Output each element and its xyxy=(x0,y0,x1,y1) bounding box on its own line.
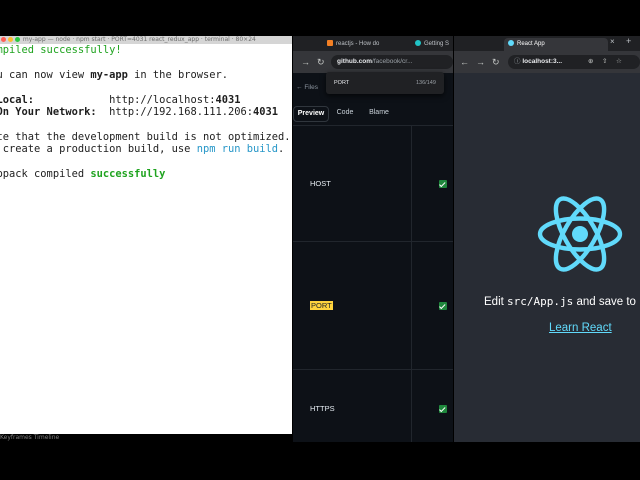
terminal-text: 4031 xyxy=(253,105,279,118)
share-icon[interactable]: ⇧ xyxy=(602,55,607,69)
docs-favicon-icon xyxy=(415,40,421,47)
variable-name: PORT xyxy=(310,301,333,310)
logo-nucleus xyxy=(572,226,588,242)
new-tab-icon[interactable]: + xyxy=(626,36,631,46)
zoom-icon[interactable]: ⊕ xyxy=(588,55,593,69)
find-in-page-bar[interactable]: PORT 136/149 xyxy=(326,72,444,94)
react-tab-strip: React App × + xyxy=(454,36,640,51)
devtools-tab-strip[interactable]: Keyframes Timeline xyxy=(0,434,292,442)
tab-preview[interactable]: Preview xyxy=(293,106,329,122)
close-window-icon[interactable] xyxy=(1,37,6,42)
tab-reactjs[interactable]: reactjs - How do xyxy=(327,38,403,51)
cell-divider xyxy=(411,242,412,370)
table-row: HOST xyxy=(293,125,453,242)
variable-name: HTTPS xyxy=(310,404,335,413)
table-row: PORT xyxy=(293,241,453,370)
terminal-text: Compiled successfully! xyxy=(0,44,122,56)
reload-icon[interactable]: ↻ xyxy=(492,55,500,69)
tab-blame[interactable]: Blame xyxy=(363,106,395,120)
react-address-bar[interactable]: ⓘ localhost:3... ⊕ ⇧ ☆ xyxy=(508,55,640,69)
tab-react-app[interactable]: React App xyxy=(504,38,608,51)
forward-icon[interactable]: → xyxy=(301,55,310,69)
github-tab-strip: reactjs - How do Getting S xyxy=(293,36,453,51)
maximize-window-icon[interactable] xyxy=(15,37,20,42)
cell-divider xyxy=(411,126,412,242)
react-logo-icon xyxy=(537,196,623,272)
terminal-line: webpack compiled successfully xyxy=(0,168,292,180)
terminal-line: Note that the development build is not o… xyxy=(0,131,292,143)
terminal-line: You can now view my-app in the browser. xyxy=(0,69,292,81)
learn-react-link[interactable]: Learn React xyxy=(549,322,612,334)
terminal-line: Local: http://localhost:4031 xyxy=(0,94,292,106)
terminal-text: . xyxy=(278,143,285,156)
terminal-line: To create a production build, use npm ru… xyxy=(0,143,292,155)
terminal-text: Local: xyxy=(0,93,35,106)
cell-divider xyxy=(411,370,412,442)
terminal-text: http://localhost: xyxy=(34,93,216,106)
terminal-line: On Your Network: http://192.168.111.206:… xyxy=(0,106,292,118)
find-query[interactable]: PORT xyxy=(334,72,349,94)
terminal-text: my-app xyxy=(90,68,128,81)
files-header[interactable]: ← Files xyxy=(296,84,318,91)
terminal-text: You can now view xyxy=(0,68,85,81)
check-icon xyxy=(439,405,447,413)
edit-instructions: Edit src/App.js and save to xyxy=(484,295,636,308)
code-path: src/App.js xyxy=(507,295,574,308)
minimize-window-icon[interactable] xyxy=(8,37,13,42)
terminal-line: Compiled successfully! xyxy=(0,44,292,56)
github-browser-window[interactable]: reactjs - How do Getting S → ↻ github.co… xyxy=(293,36,453,442)
terminal-text: npm run build xyxy=(196,143,279,156)
devtools-tabs-label: Keyframes Timeline xyxy=(0,434,60,441)
stackoverflow-icon xyxy=(327,40,333,47)
terminal-text: 4031 xyxy=(215,93,241,106)
react-app-browser-window[interactable]: React App × + ← → ↻ ⓘ localhost:3... ⊕ ⇧… xyxy=(454,36,640,442)
table-row: HTTPS xyxy=(293,369,453,442)
back-icon[interactable]: ← xyxy=(460,55,469,69)
terminal-output: Compiled successfully! You can now view m… xyxy=(0,44,292,180)
terminal-text: webpack compiled xyxy=(0,167,85,180)
check-icon xyxy=(439,180,447,188)
terminal-title: my-app — node · npm start · PORT=4031 re… xyxy=(22,36,256,43)
close-tab-icon[interactable]: × xyxy=(610,37,615,46)
terminal-text: http://192.168.111.206: xyxy=(96,105,254,118)
tab-getting-started[interactable]: Getting S xyxy=(415,38,453,51)
github-address-row: → ↻ github.com/facebook/cr... xyxy=(293,51,453,73)
terminal-text: Note that the development build is not o… xyxy=(0,130,291,143)
react-favicon-icon xyxy=(508,40,514,47)
react-address-row: ← → ↻ ⓘ localhost:3... ⊕ ⇧ ☆ xyxy=(454,51,640,73)
terminal-text: To create a production build, use xyxy=(0,143,197,156)
bookmark-star-icon[interactable]: ☆ xyxy=(616,55,622,69)
find-match-count: 136/149 xyxy=(416,80,436,86)
terminal-text: successfully xyxy=(90,167,166,180)
terminal-text: in the browser. xyxy=(127,68,228,81)
back-arrow-icon[interactable]: ← xyxy=(296,84,303,91)
terminal-window[interactable]: my-app — node · npm start · PORT=4031 re… xyxy=(0,36,292,434)
tab-code[interactable]: Code xyxy=(331,106,359,120)
variable-name: HOST xyxy=(310,179,331,188)
github-address-bar[interactable]: github.com/facebook/cr... xyxy=(331,55,453,69)
reload-icon[interactable]: ↻ xyxy=(317,55,325,69)
check-icon xyxy=(439,302,447,310)
terminal-titlebar: my-app — node · npm start · PORT=4031 re… xyxy=(0,36,292,44)
forward-icon[interactable]: → xyxy=(476,55,485,69)
terminal-text: On Your Network: xyxy=(0,105,97,118)
